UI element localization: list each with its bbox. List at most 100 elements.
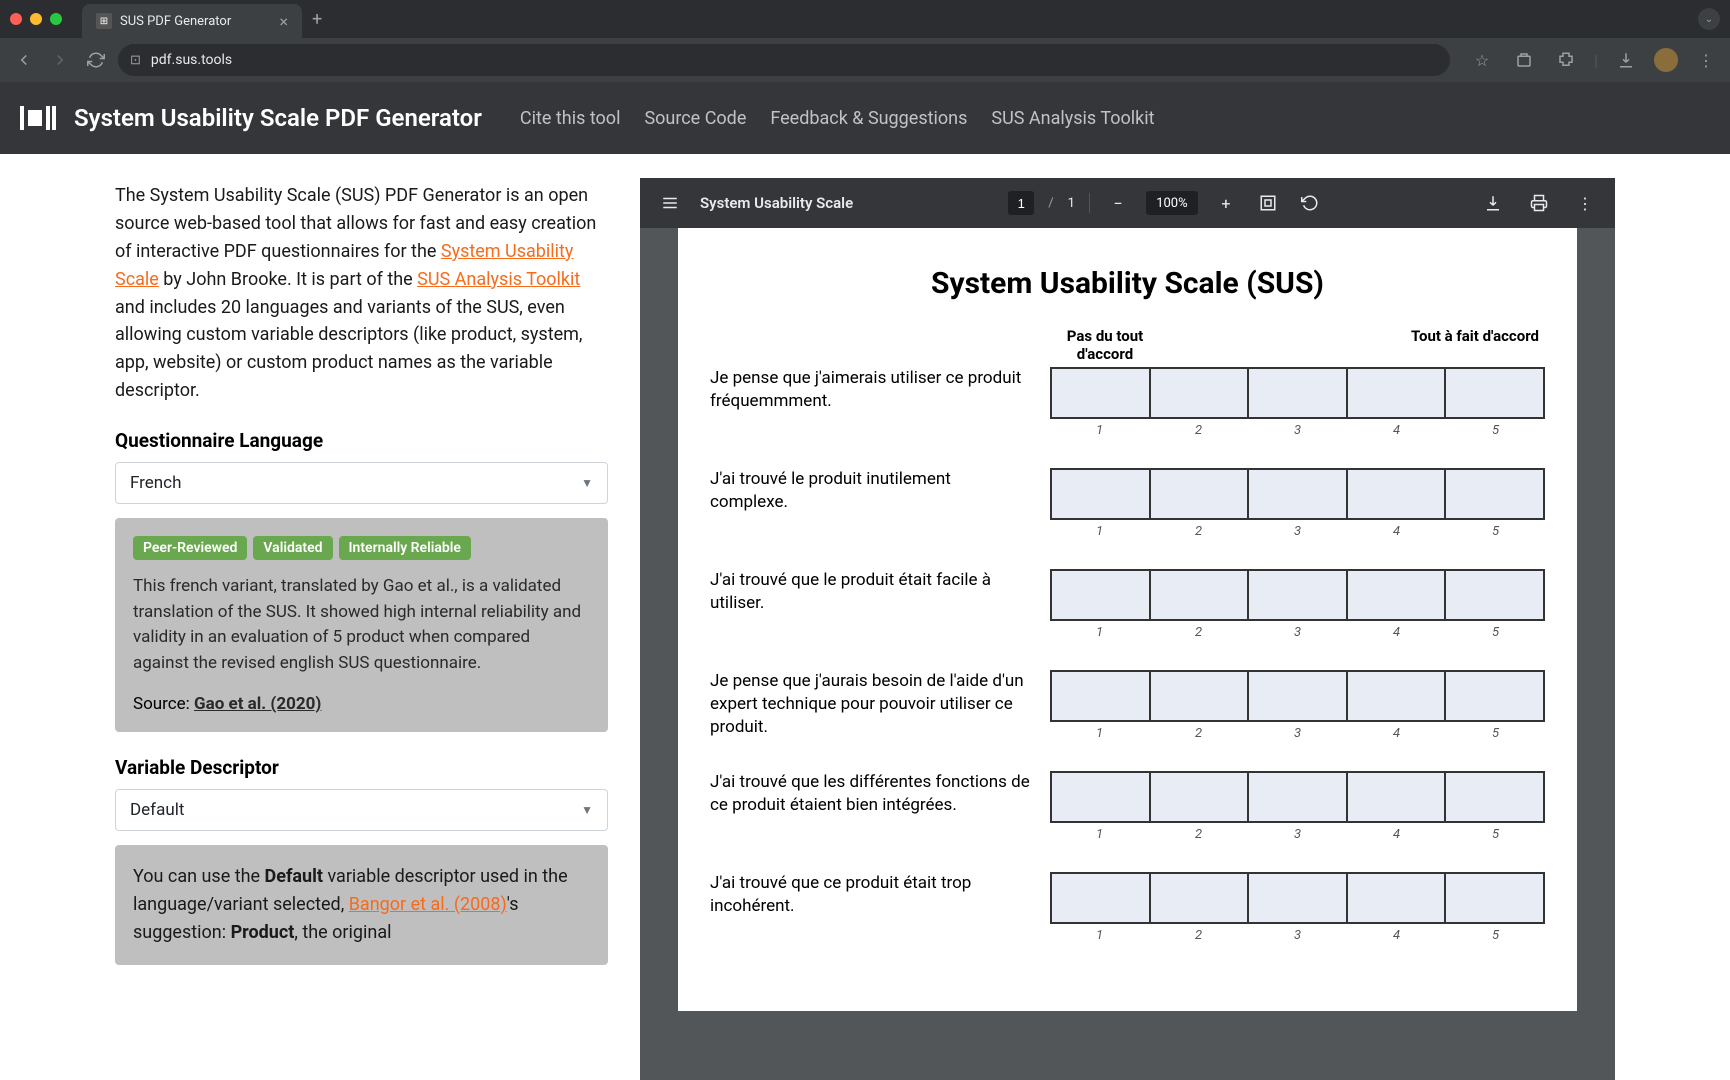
nav-cite[interactable]: Cite this tool	[520, 108, 621, 129]
tab-title: SUS PDF Generator	[120, 14, 231, 29]
download-pdf-button[interactable]	[1479, 189, 1507, 217]
scale-number: 4	[1347, 423, 1446, 438]
descriptor-select[interactable]: Default ▼	[115, 789, 608, 831]
likert-box[interactable]	[1249, 369, 1348, 417]
app-logo-icon	[20, 104, 56, 132]
likert-box[interactable]	[1249, 470, 1348, 518]
likert-box[interactable]	[1249, 874, 1348, 922]
likert-box[interactable]	[1446, 773, 1543, 821]
likert-box[interactable]	[1348, 369, 1447, 417]
pdf-toolbar: System Usability Scale / 1 − 100% + ⋮	[640, 178, 1615, 228]
likert-box[interactable]	[1052, 571, 1151, 619]
question-row: Je pense que j'aimerais utiliser ce prod…	[710, 367, 1545, 438]
likert-box[interactable]	[1348, 672, 1447, 720]
scale-number: 5	[1446, 625, 1545, 640]
window-controls	[10, 13, 62, 25]
scale-number: 1	[1050, 524, 1149, 539]
likert-box[interactable]	[1151, 773, 1250, 821]
puzzle-icon[interactable]	[1552, 46, 1580, 74]
question-row: J'ai trouvé que ce produit était trop in…	[710, 872, 1545, 943]
scale-number: 4	[1347, 524, 1446, 539]
zoom-out-button[interactable]: −	[1104, 189, 1132, 217]
app-title: System Usability Scale PDF Generator	[74, 104, 482, 132]
nav-toolkit[interactable]: SUS Analysis Toolkit	[991, 108, 1154, 129]
minimize-window-button[interactable]	[30, 13, 42, 25]
tabs-dropdown-button[interactable]: ⌄	[1698, 8, 1720, 30]
scale-anchors: Pas du tout d'accord Tout à fait d'accor…	[1050, 327, 1545, 363]
menu-icon[interactable]	[656, 189, 684, 217]
likert-box[interactable]	[1348, 571, 1447, 619]
pdf-zoom-level[interactable]: 100%	[1146, 191, 1198, 215]
kebab-menu-icon[interactable]: ⋮	[1692, 46, 1720, 74]
likert-box[interactable]	[1151, 369, 1250, 417]
bangor-link[interactable]: Bangor et al. (2008)	[349, 894, 507, 915]
likert-box[interactable]	[1446, 672, 1543, 720]
likert-box[interactable]	[1446, 874, 1543, 922]
likert-box[interactable]	[1348, 874, 1447, 922]
scale-number: 1	[1050, 625, 1149, 640]
print-pdf-button[interactable]	[1525, 189, 1553, 217]
back-button[interactable]	[10, 46, 38, 74]
scale-number: 2	[1149, 827, 1248, 842]
likert-box[interactable]	[1052, 369, 1151, 417]
scale-number: 1	[1050, 423, 1149, 438]
likert-box[interactable]	[1249, 571, 1348, 619]
source-link[interactable]: Gao et al. (2020)	[194, 694, 321, 714]
likert-box[interactable]	[1151, 672, 1250, 720]
question-row: J'ai trouvé le produit inutilement compl…	[710, 468, 1545, 539]
pdf-preview-panel: System Usability Scale / 1 − 100% + ⋮	[640, 154, 1730, 1080]
pdf-kebab-menu[interactable]: ⋮	[1571, 189, 1599, 217]
likert-box[interactable]	[1348, 470, 1447, 518]
toolkit-link[interactable]: SUS Analysis Toolkit	[417, 269, 580, 290]
scale-number: 4	[1347, 726, 1446, 741]
pdf-canvas[interactable]: System Usability Scale (SUS) Pas du tout…	[640, 228, 1615, 1080]
likert-box[interactable]	[1052, 672, 1151, 720]
fit-page-icon[interactable]	[1254, 189, 1282, 217]
likert-box[interactable]	[1052, 470, 1151, 518]
likert-box[interactable]	[1052, 773, 1151, 821]
scale-number: 4	[1347, 625, 1446, 640]
site-info-icon[interactable]: ⊡	[130, 53, 141, 68]
pdf-page-input[interactable]	[1008, 191, 1034, 215]
close-window-button[interactable]	[10, 13, 22, 25]
maximize-window-button[interactable]	[50, 13, 62, 25]
nav-source[interactable]: Source Code	[644, 108, 746, 129]
likert-box[interactable]	[1249, 773, 1348, 821]
likert-box[interactable]	[1446, 369, 1543, 417]
likert-box[interactable]	[1151, 874, 1250, 922]
likert-box[interactable]	[1151, 571, 1250, 619]
scale-number: 5	[1446, 726, 1545, 741]
scale-number: 4	[1347, 928, 1446, 943]
scale-number: 2	[1149, 928, 1248, 943]
new-tab-button[interactable]: +	[312, 9, 322, 30]
url-text: pdf.sus.tools	[151, 52, 232, 68]
download-icon[interactable]	[1612, 46, 1640, 74]
bookmark-star-icon[interactable]: ☆	[1468, 46, 1496, 74]
browser-tab[interactable]: ⊞ SUS PDF Generator ×	[82, 4, 302, 38]
rotate-icon[interactable]	[1296, 189, 1324, 217]
likert-box[interactable]	[1249, 672, 1348, 720]
reload-button[interactable]	[82, 46, 110, 74]
zoom-in-button[interactable]: +	[1212, 189, 1240, 217]
nav-feedback[interactable]: Feedback & Suggestions	[770, 108, 967, 129]
badge-validated: Validated	[253, 536, 332, 560]
likert-box[interactable]	[1151, 470, 1250, 518]
question-text: Je pense que j'aimerais utiliser ce prod…	[710, 367, 1030, 413]
address-bar[interactable]: ⊡ pdf.sus.tools	[118, 44, 1450, 76]
profile-avatar[interactable]	[1654, 48, 1678, 72]
favicon-icon: ⊞	[96, 13, 112, 29]
likert-scale: 12345	[1050, 569, 1545, 640]
likert-box[interactable]	[1348, 773, 1447, 821]
likert-box[interactable]	[1446, 470, 1543, 518]
question-row: Je pense que j'aurais besoin de l'aide d…	[710, 670, 1545, 741]
likert-box[interactable]	[1052, 874, 1151, 922]
forward-button[interactable]	[46, 46, 74, 74]
extension-icon[interactable]	[1510, 46, 1538, 74]
language-select[interactable]: French ▼	[115, 462, 608, 504]
close-tab-button[interactable]: ×	[279, 12, 288, 31]
intro-paragraph: The System Usability Scale (SUS) PDF Gen…	[115, 182, 608, 405]
anchor-disagree: Pas du tout d'accord	[1050, 327, 1160, 363]
scale-number: 2	[1149, 726, 1248, 741]
scale-number: 4	[1347, 827, 1446, 842]
likert-box[interactable]	[1446, 571, 1543, 619]
